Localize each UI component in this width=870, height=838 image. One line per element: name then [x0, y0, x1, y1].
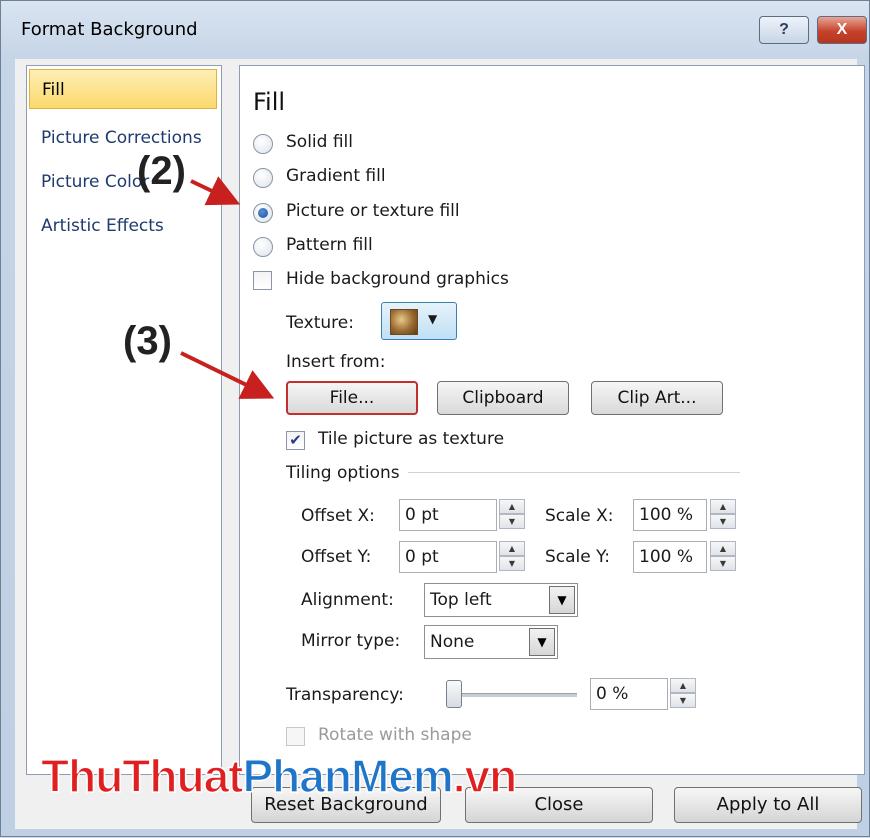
- arrow-to-file-button: [180, 351, 275, 399]
- watermark-logo: ThuThuatPhanMem.vn: [40, 749, 518, 803]
- watermark-part-1: ThuThuat: [40, 749, 244, 803]
- annotation-arrows: [180, 176, 275, 399]
- format-background-dialog: Format Background ? X Fill Picture Corre…: [0, 0, 870, 837]
- arrow-to-picture-fill: [190, 176, 241, 206]
- watermark-part-2: PhanMem: [242, 749, 455, 803]
- watermark-part-3: .vn: [452, 749, 518, 803]
